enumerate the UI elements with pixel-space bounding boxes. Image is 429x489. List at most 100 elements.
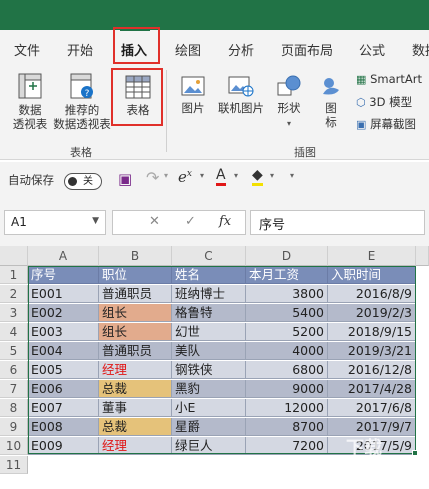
screenshot-button[interactable]: ▣ 屏幕截图 (356, 116, 416, 132)
tab-file[interactable]: 文件 (14, 40, 40, 59)
table-cell[interactable]: 幻世 (172, 323, 246, 341)
table-cell[interactable]: 2019/2/3 (328, 304, 416, 322)
table-header-cell[interactable]: 职位 (99, 266, 172, 284)
column-header-f[interactable] (416, 246, 429, 266)
table-cell[interactable]: 格鲁特 (172, 304, 246, 322)
name-box[interactable]: A1 ▼ (4, 210, 106, 235)
row-header[interactable]: 4 (0, 323, 28, 341)
table-cell[interactable]: 5200 (246, 323, 328, 341)
table-cell[interactable]: E005 (28, 361, 99, 379)
table-cell[interactable]: 星爵 (172, 418, 246, 436)
table-cell[interactable]: 经理 (99, 361, 172, 379)
row-header[interactable]: 2 (0, 285, 28, 303)
tab-page-layout[interactable]: 页面布局 (281, 40, 333, 59)
table-cell[interactable]: 8700 (246, 418, 328, 436)
table-cell[interactable]: 2019/3/21 (328, 342, 416, 360)
table-cell[interactable]: 班纳博士 (172, 285, 246, 303)
redo-icon[interactable]: ↷ (146, 168, 159, 187)
column-header-c[interactable]: C (172, 246, 246, 266)
tab-formulas[interactable]: 公式 (359, 40, 385, 59)
smartart-button[interactable]: ▦ SmartArt (356, 72, 422, 86)
table-cell[interactable]: 3800 (246, 285, 328, 303)
table-cell[interactable]: 普通职员 (99, 342, 172, 360)
name-box-dropdown-icon[interactable]: ▼ (92, 216, 99, 226)
fill-handle[interactable] (412, 450, 418, 456)
exponent-dropdown-icon[interactable]: ▾ (200, 171, 204, 180)
table-cell[interactable]: 普通职员 (99, 285, 172, 303)
table-cell[interactable]: 12000 (246, 399, 328, 417)
font-color-dropdown-icon[interactable]: ▾ (234, 171, 238, 180)
tab-draw[interactable]: 绘图 (175, 40, 201, 59)
table-cell[interactable]: 小E (172, 399, 246, 417)
row-header[interactable]: 3 (0, 304, 28, 322)
table-cell[interactable]: 2017/6/8 (328, 399, 416, 417)
table-cell[interactable]: 组长 (99, 323, 172, 341)
table-header-cell[interactable]: 序号 (28, 266, 99, 284)
table-cell[interactable]: 董事 (99, 399, 172, 417)
row-header[interactable]: 6 (0, 361, 28, 379)
table-cell[interactable]: 7200 (246, 437, 328, 455)
table-cell[interactable]: 总裁 (99, 418, 172, 436)
table-cell[interactable]: 黑豹 (172, 380, 246, 398)
save-icon[interactable]: ▣ (118, 170, 132, 188)
table-cell[interactable]: 9000 (246, 380, 328, 398)
table-cell[interactable]: E008 (28, 418, 99, 436)
table-cell[interactable]: E007 (28, 399, 99, 417)
column-header-d[interactable]: D (246, 246, 328, 266)
pictures-button[interactable]: 图片 (174, 74, 212, 115)
table-cell[interactable]: E006 (28, 380, 99, 398)
table-cell[interactable]: 2016/12/8 (328, 361, 416, 379)
redo-dropdown-icon[interactable]: ▾ (164, 171, 168, 180)
3d-models-button[interactable]: ⬡ 3D 模型 (356, 94, 412, 110)
table-cell[interactable]: E004 (28, 342, 99, 360)
table-cell[interactable]: 经理 (99, 437, 172, 455)
table-cell[interactable]: 美队 (172, 342, 246, 360)
row-header[interactable]: 11 (0, 456, 28, 474)
row-header[interactable]: 7 (0, 380, 28, 398)
table-cell[interactable]: 钢铁侠 (172, 361, 246, 379)
formula-input[interactable]: 序号 (250, 210, 425, 235)
font-color-icon[interactable]: A (216, 168, 226, 186)
autosave-toggle[interactable]: 关 (64, 173, 102, 190)
fill-color-icon[interactable]: ◆ (252, 168, 263, 186)
tab-analyze[interactable]: 分析 (228, 40, 254, 59)
online-pictures-button[interactable]: 联机图片 (214, 74, 268, 115)
table-cell[interactable]: 2016/8/9 (328, 285, 416, 303)
select-all-corner[interactable] (0, 246, 28, 266)
table-cell[interactable]: 绿巨人 (172, 437, 246, 455)
table-cell[interactable]: 2017/4/28 (328, 380, 416, 398)
recommended-pivot-button[interactable]: ? 推荐的 数据透视表 (50, 72, 114, 131)
row-header[interactable]: 1 (0, 266, 28, 284)
pivot-table-button[interactable]: 数据 透视表 (8, 72, 52, 131)
exponent-icon[interactable]: ex (178, 168, 192, 186)
table-cell[interactable]: 4000 (246, 342, 328, 360)
table-cell[interactable]: 组长 (99, 304, 172, 322)
confirm-icon[interactable]: ✓ (185, 214, 196, 229)
tab-home[interactable]: 开始 (67, 40, 93, 59)
customize-qat-icon[interactable]: ▾ (290, 171, 294, 180)
row-header[interactable]: 9 (0, 418, 28, 436)
table-header-cell[interactable]: 姓名 (172, 266, 246, 284)
table-cell[interactable]: 总裁 (99, 380, 172, 398)
table-cell[interactable]: E001 (28, 285, 99, 303)
table-cell[interactable]: E003 (28, 323, 99, 341)
column-header-e[interactable]: E (328, 246, 416, 266)
cancel-icon[interactable]: ✕ (149, 214, 160, 229)
insert-function-icon[interactable]: fx (219, 214, 231, 229)
row-header[interactable]: 10 (0, 437, 28, 455)
icons-button[interactable]: 图 标 (314, 74, 348, 129)
shapes-button[interactable]: 形状 ▾ (270, 74, 308, 131)
fill-color-dropdown-icon[interactable]: ▾ (270, 171, 274, 180)
table-header-cell[interactable]: 入职时间 (328, 266, 416, 284)
table-header-cell[interactable]: 本月工资 (246, 266, 328, 284)
table-cell[interactable]: E002 (28, 304, 99, 322)
column-header-a[interactable]: A (28, 246, 99, 266)
tab-data[interactable]: 数据 (412, 40, 429, 59)
row-header[interactable]: 8 (0, 399, 28, 417)
table-cell[interactable]: E009 (28, 437, 99, 455)
row-header[interactable]: 5 (0, 342, 28, 360)
table-cell[interactable]: 6800 (246, 361, 328, 379)
table-cell[interactable]: 2018/9/15 (328, 323, 416, 341)
table-cell[interactable]: 5400 (246, 304, 328, 322)
column-header-b[interactable]: B (99, 246, 172, 266)
